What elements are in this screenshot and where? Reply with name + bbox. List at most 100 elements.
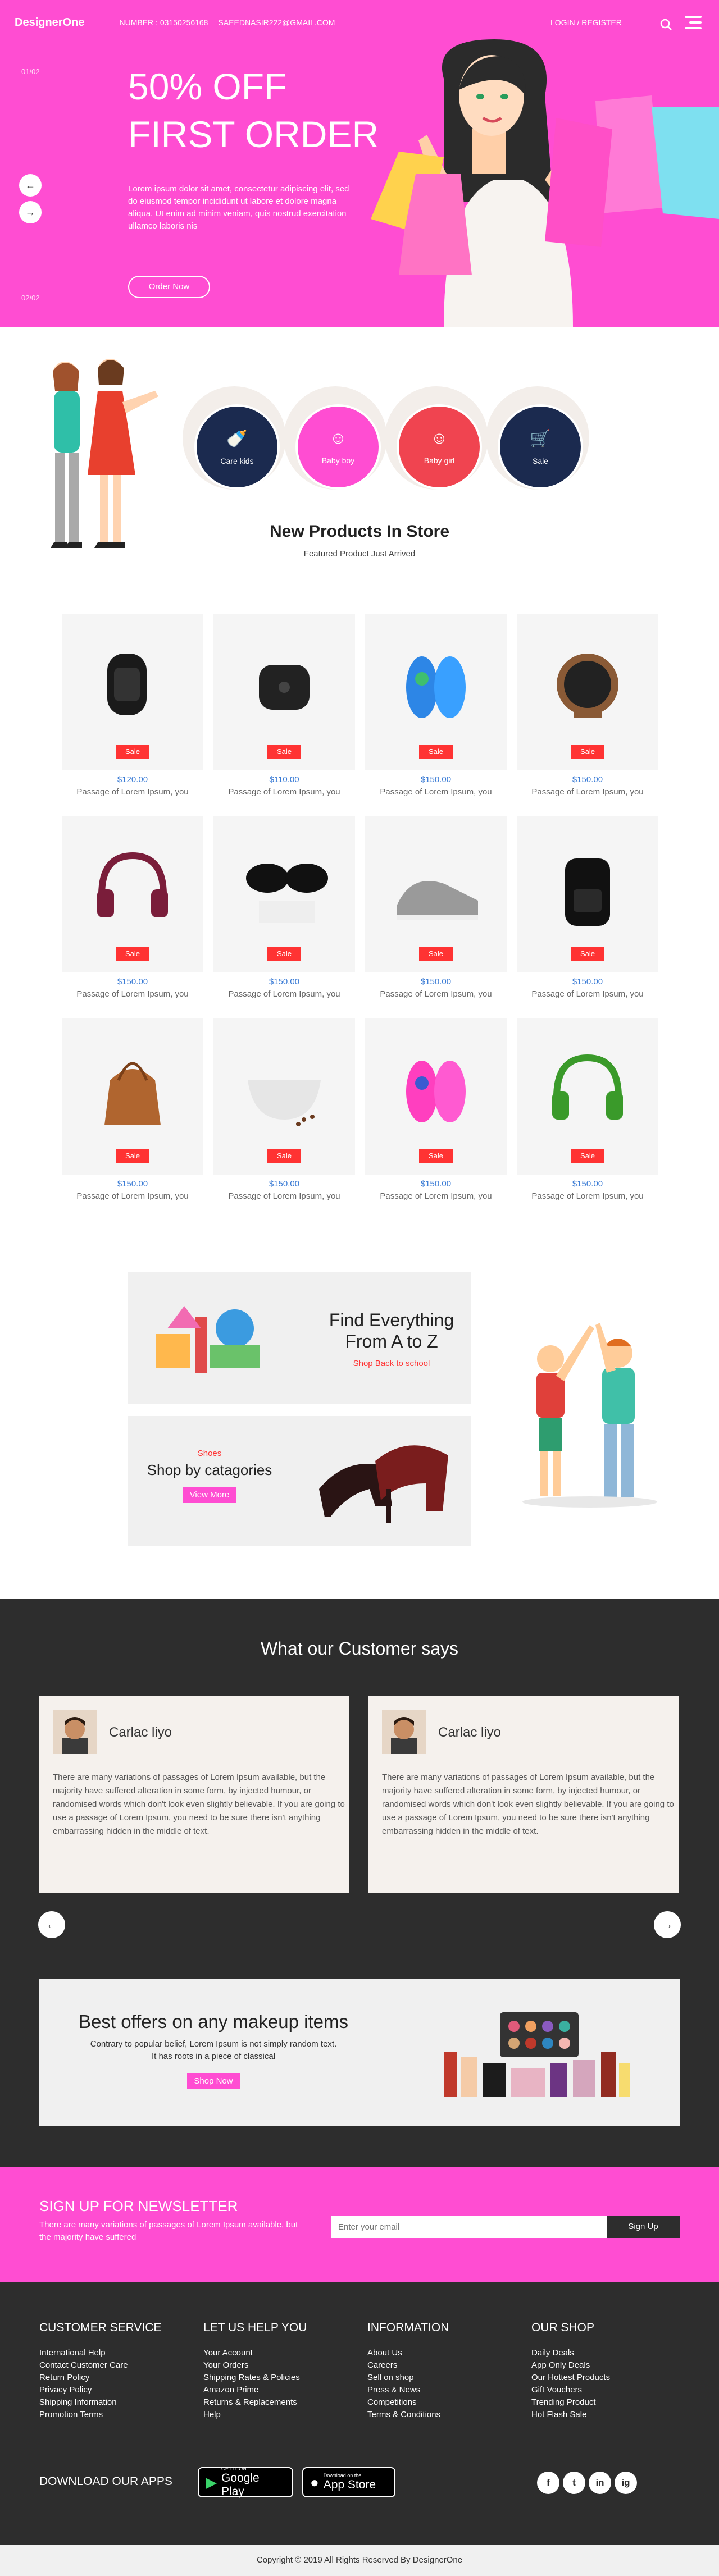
footer-link[interactable]: App Only Deals: [531, 2359, 610, 2372]
newsletter-email-input[interactable]: [331, 2216, 607, 2238]
product-price: $120.00: [117, 775, 148, 784]
sale-badge: Sale: [571, 745, 604, 759]
view-more-button[interactable]: View More: [183, 1487, 236, 1503]
product-image[interactable]: [517, 833, 658, 940]
footer-link[interactable]: Help: [203, 2409, 307, 2421]
sign-up-button[interactable]: Sign Up: [607, 2216, 680, 2238]
footer-link[interactable]: Return Policy: [39, 2372, 161, 2384]
testimonials-title: What our Customer says: [260, 1638, 459, 1659]
slide-counter-bottom: 02/02: [21, 294, 40, 302]
product-card[interactable]: Sale: [517, 614, 658, 770]
footer-column: OUR SHOP Daily Deals App Only Deals Our Hot…: [531, 2321, 610, 2421]
product-description: Passage of Lorem Ipsum, you: [380, 1191, 492, 1201]
footer-link[interactable]: Returns & Replacements: [203, 2396, 307, 2409]
footer-column: INFORMATION About Us Careers Sell on shop Pr…: [367, 2321, 449, 2421]
product-price: $110.00: [269, 775, 299, 784]
product-card[interactable]: Sale: [365, 1018, 507, 1175]
offers-title: Best offers on any makeup items: [79, 2011, 348, 2032]
sale-badge: Sale: [571, 1149, 604, 1163]
order-now-button[interactable]: Order Now: [128, 276, 210, 298]
product-image[interactable]: [213, 631, 355, 738]
footer-link[interactable]: Trending Product: [531, 2396, 610, 2409]
product-price: $150.00: [420, 1179, 452, 1189]
testimonial-card: Carlac liyo There are many variations of…: [368, 1696, 679, 1893]
product-card[interactable]: Sale: [62, 1018, 203, 1175]
slider-prev-arrow-icon[interactable]: ←: [19, 174, 42, 197]
footer-link[interactable]: Terms & Conditions: [367, 2409, 449, 2421]
footer-link[interactable]: International Help: [39, 2347, 161, 2359]
product-card[interactable]: Sale: [365, 614, 507, 770]
footer: CUSTOMER SERVICE International Help Contac…: [0, 2282, 719, 2576]
hero-banner: DesignerOne NUMBER : 03150256168 SAEEDNA…: [0, 0, 719, 327]
slider-next-arrow-icon[interactable]: →: [19, 201, 42, 223]
app-store-button[interactable]: ● Download on the App Store: [302, 2467, 395, 2497]
product-description: Passage of Lorem Ipsum, you: [380, 787, 492, 797]
product-card[interactable]: Sale: [62, 614, 203, 770]
product-image[interactable]: [213, 1035, 355, 1142]
promo-a-to-z[interactable]: Find Everything From A to Z Shop Back to…: [128, 1272, 471, 1404]
product-image[interactable]: [62, 631, 203, 738]
footer-link[interactable]: Shipping Rates & Policies: [203, 2372, 307, 2384]
product-card[interactable]: Sale: [213, 614, 355, 770]
instagram-icon[interactable]: ig: [615, 2472, 637, 2494]
footer-link[interactable]: Amazon Prime: [203, 2384, 307, 2396]
google-play-button[interactable]: ▶ GET IT ON Google Play: [198, 2466, 293, 2498]
category-baby-girl[interactable]: ☺ Baby girl: [397, 404, 482, 490]
footer-link[interactable]: Gift Vouchers: [531, 2384, 610, 2396]
product-image[interactable]: [213, 833, 355, 940]
product-image[interactable]: [62, 1035, 203, 1142]
footer-column: CUSTOMER SERVICE International Help Contac…: [39, 2321, 161, 2421]
hamburger-menu-icon[interactable]: [685, 16, 702, 33]
facebook-icon[interactable]: f: [537, 2472, 559, 2494]
google-play-icon: ▶: [206, 2473, 217, 2491]
sale-badge: Sale: [116, 745, 149, 759]
product-image[interactable]: [517, 631, 658, 738]
testimonial-next-arrow-icon[interactable]: →: [654, 1911, 681, 1938]
product-card[interactable]: Sale: [517, 816, 658, 972]
footer-link[interactable]: Press & News: [367, 2384, 449, 2396]
logo[interactable]: DesignerOne: [15, 16, 84, 29]
promo-shop-categories[interactable]: Shoes Shop by catagories View More: [128, 1416, 471, 1546]
footer-link[interactable]: Our Hottest Products: [531, 2372, 610, 2384]
product-image[interactable]: [365, 1035, 507, 1142]
footer-link[interactable]: Careers: [367, 2359, 449, 2372]
shoes-label: Shoes: [197, 1449, 222, 1458]
footer-link[interactable]: About Us: [367, 2347, 449, 2359]
product-image[interactable]: [517, 1035, 658, 1142]
footer-link[interactable]: Your Account: [203, 2347, 307, 2359]
footer-link[interactable]: Competitions: [367, 2396, 449, 2409]
product-image[interactable]: [365, 833, 507, 940]
testimonial-prev-arrow-icon[interactable]: ←: [38, 1911, 65, 1938]
footer-link[interactable]: Hot Flash Sale: [531, 2409, 610, 2421]
footer-link[interactable]: Shipping Information: [39, 2396, 161, 2409]
category-care-kids[interactable]: 🍼 Care kids: [194, 404, 280, 490]
product-card[interactable]: Sale: [62, 816, 203, 972]
category-sale[interactable]: 🛒 Sale: [498, 404, 583, 490]
product-price: $150.00: [572, 977, 603, 986]
login-register-link[interactable]: LOGIN / REGISTER: [550, 18, 622, 27]
product-description: Passage of Lorem Ipsum, you: [228, 989, 340, 999]
sale-badge: Sale: [267, 1149, 301, 1163]
product-card[interactable]: Sale: [213, 1018, 355, 1175]
footer-link[interactable]: Contact Customer Care: [39, 2359, 161, 2372]
product-image[interactable]: [365, 631, 507, 738]
product-card[interactable]: Sale: [213, 816, 355, 972]
search-icon[interactable]: [660, 19, 672, 34]
twitter-icon[interactable]: t: [563, 2472, 585, 2494]
product-image[interactable]: [62, 833, 203, 940]
footer-column-title: LET US HELP YOU: [203, 2321, 307, 2334]
baby-bottle-icon: 🍼: [226, 429, 248, 448]
category-baby-boy[interactable]: ☺ Baby boy: [295, 404, 381, 490]
contact-email[interactable]: SAEEDNASIR222@GMAIL.COM: [218, 18, 335, 27]
footer-link[interactable]: Daily Deals: [531, 2347, 610, 2359]
footer-link[interactable]: Promotion Terms: [39, 2409, 161, 2421]
shop-back-to-school-link[interactable]: Shop Back to school: [321, 1359, 462, 1368]
avatar: [53, 1710, 97, 1754]
footer-link[interactable]: Privacy Policy: [39, 2384, 161, 2396]
product-card[interactable]: Sale: [365, 816, 507, 972]
linkedin-icon[interactable]: in: [589, 2472, 611, 2494]
product-card[interactable]: Sale: [517, 1018, 658, 1175]
shop-now-button[interactable]: Shop Now: [187, 2073, 240, 2089]
footer-link[interactable]: Your Orders: [203, 2359, 307, 2372]
footer-link[interactable]: Sell on shop: [367, 2372, 449, 2384]
